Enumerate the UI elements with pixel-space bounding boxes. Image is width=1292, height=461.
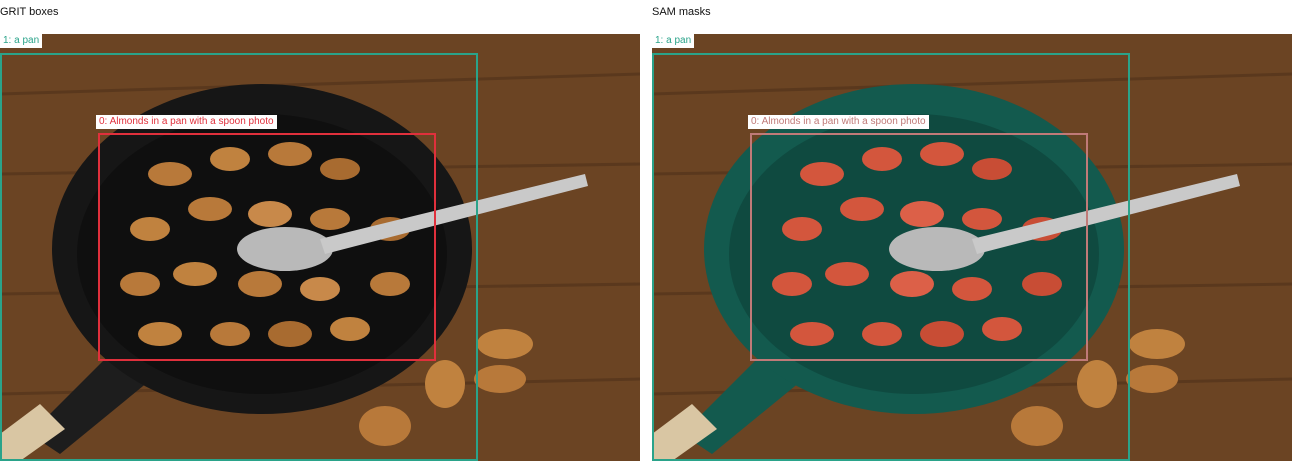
annotation-label-pan: 1: a pan bbox=[0, 34, 43, 48]
panel-title-grit: GRIT boxes bbox=[0, 6, 59, 18]
annotation-box-almonds bbox=[750, 133, 1088, 361]
sam-masks-panel: 1: a pan 0: Almonds in a pan with a spoo… bbox=[652, 34, 1292, 461]
panel-title-sam: SAM masks bbox=[652, 6, 711, 18]
annotation-label-almonds: 0: Almonds in a pan with a spoon photo bbox=[96, 115, 277, 129]
annotation-label-pan: 1: a pan bbox=[652, 34, 695, 48]
annotation-box-almonds bbox=[98, 133, 436, 361]
grit-boxes-panel: 1: a pan 0: Almonds in a pan with a spoo… bbox=[0, 34, 640, 461]
annotation-label-almonds: 0: Almonds in a pan with a spoon photo bbox=[748, 115, 929, 129]
